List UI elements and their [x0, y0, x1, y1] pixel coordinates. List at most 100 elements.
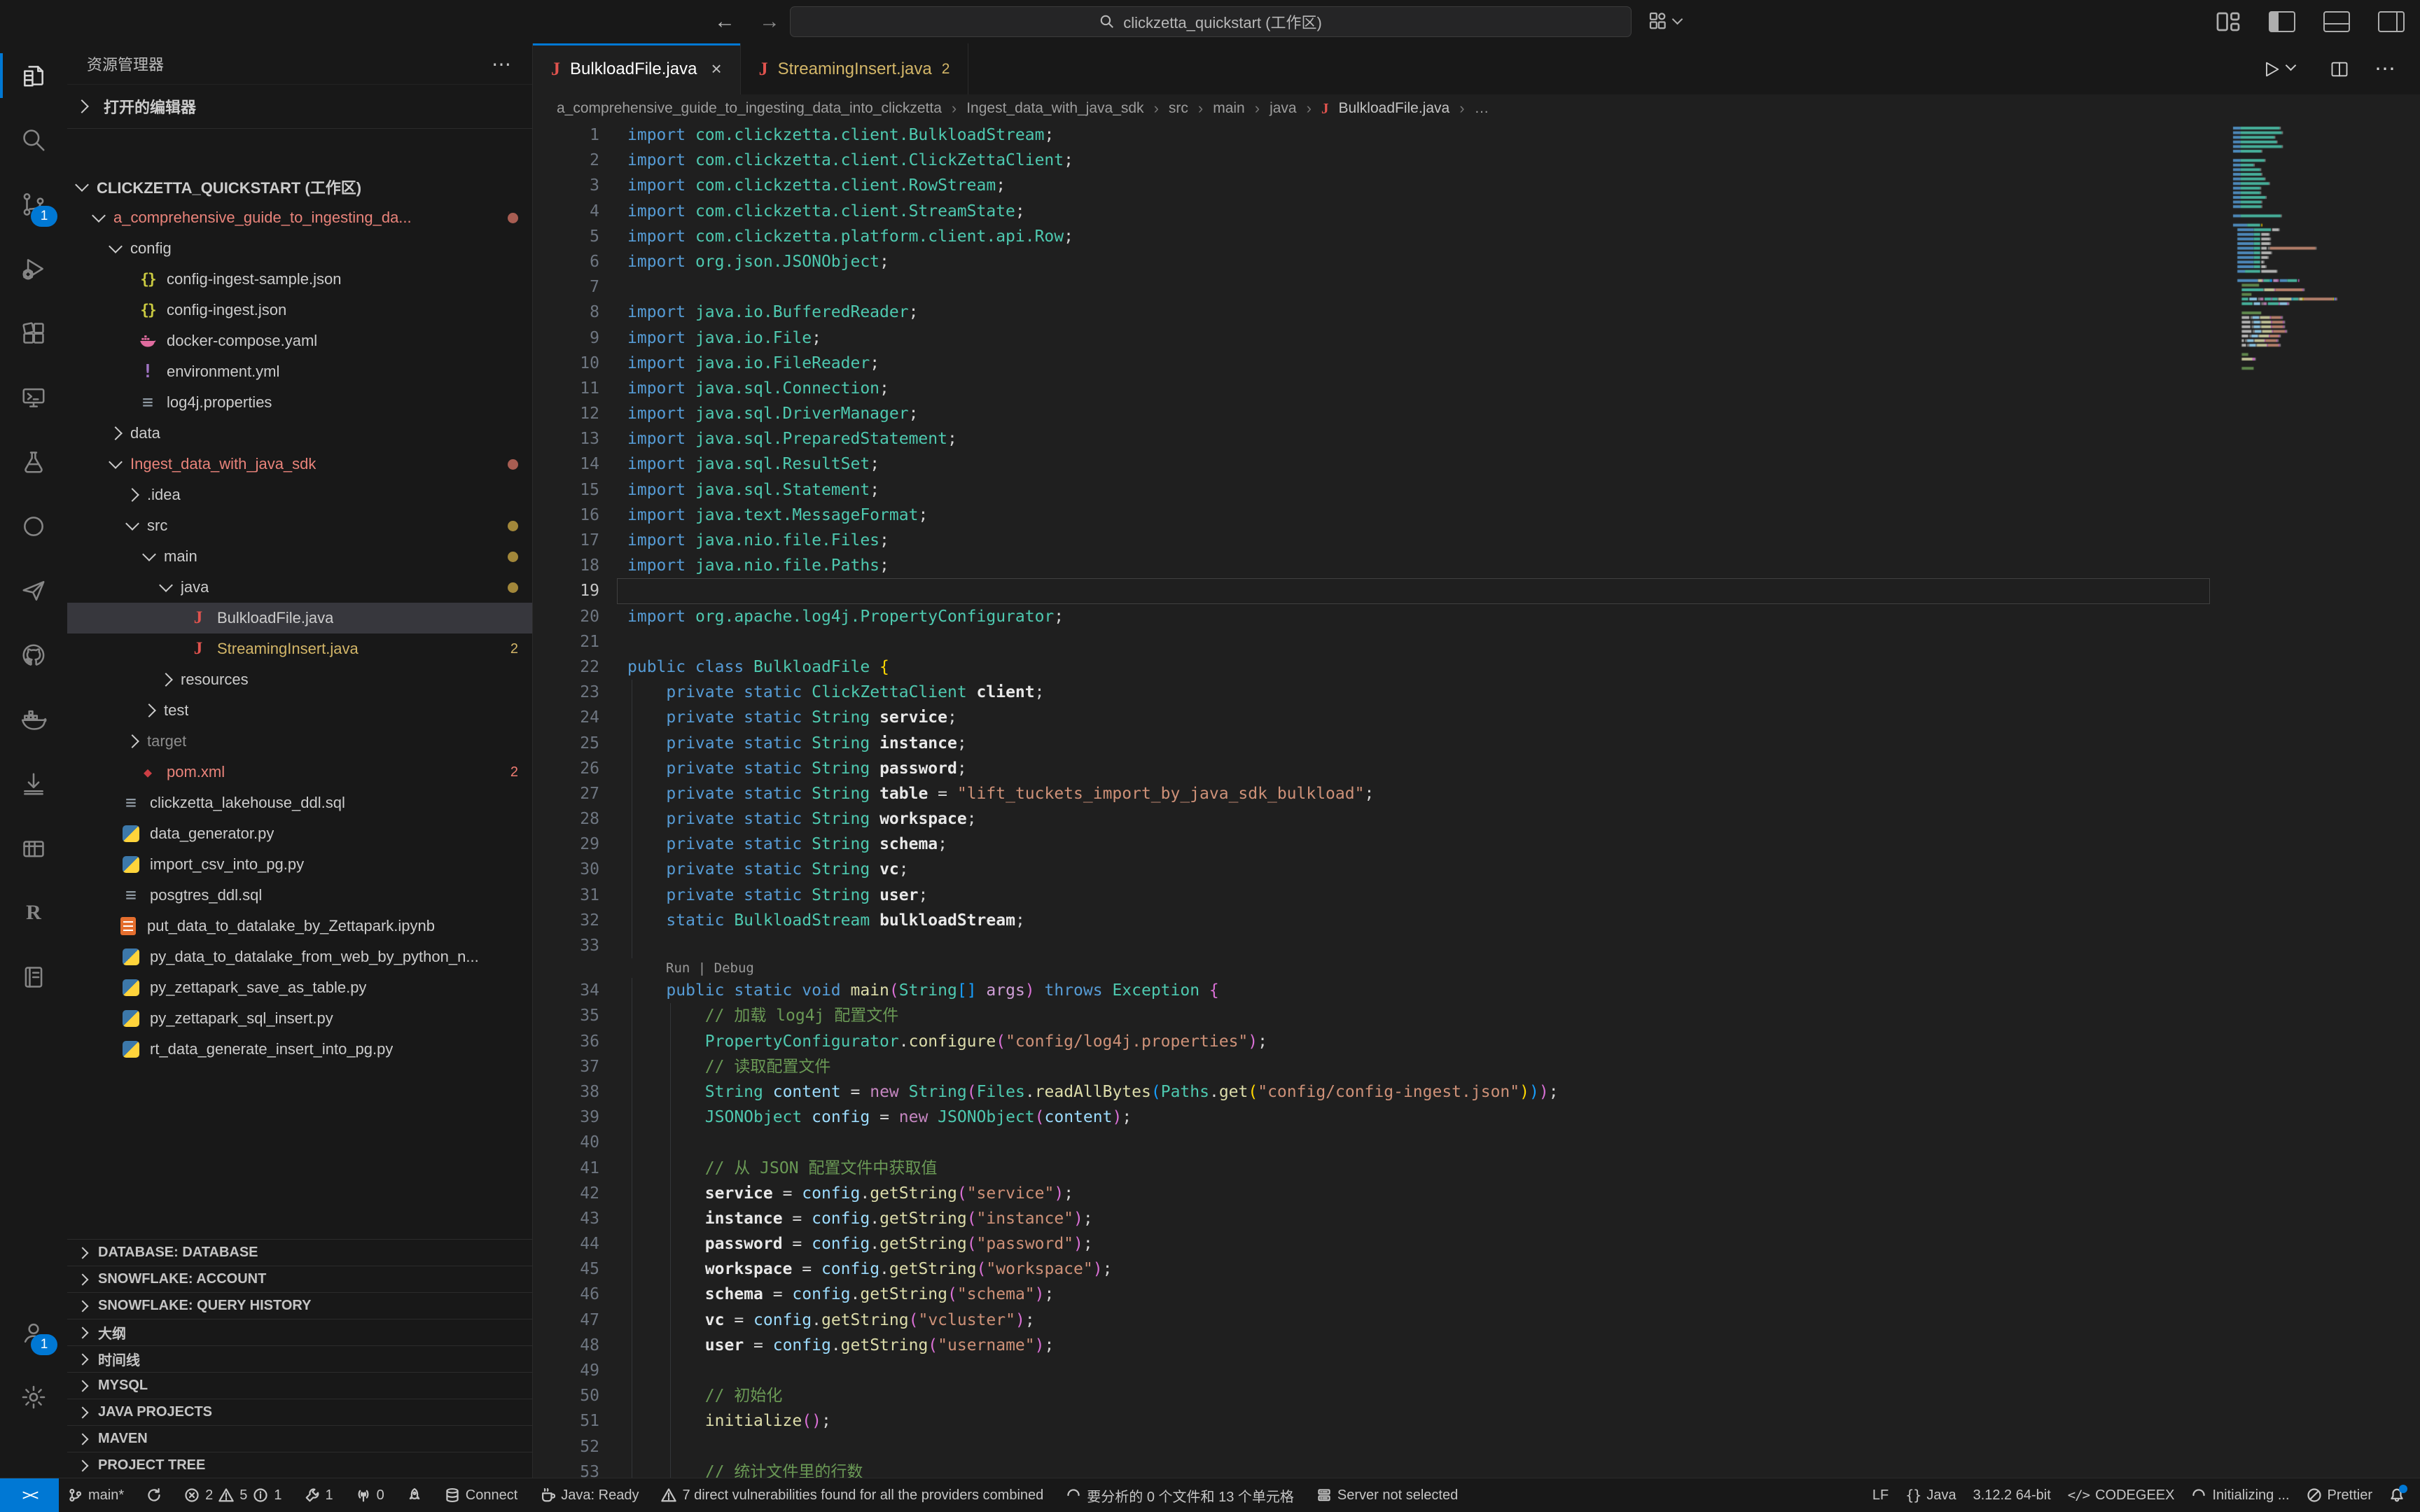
- code-line-38[interactable]: 38 String content = new String(Files.rea…: [533, 1079, 2420, 1105]
- toggle-sidebar-icon[interactable]: [2269, 11, 2295, 32]
- panel-database-database[interactable]: DATABASE: DATABASE: [67, 1239, 532, 1266]
- status-item[interactable]: </>CODEGEEX: [2059, 1478, 2183, 1512]
- tree-item-bulkloadfile.java[interactable]: JBulkloadFile.java: [67, 603, 532, 634]
- code-line-33[interactable]: 33: [533, 933, 2420, 958]
- code-line-31[interactable]: 31 private static String user;: [533, 883, 2420, 908]
- tree-item-.idea[interactable]: .idea: [67, 479, 532, 510]
- code-line-14[interactable]: 14import java.sql.ResultSet;: [533, 451, 2420, 477]
- tree-item-import_csv_into_pg.py[interactable]: import_csv_into_pg.py: [67, 849, 532, 880]
- tree-item-test[interactable]: test: [67, 695, 532, 726]
- code-line-37[interactable]: 37 // 读取配置文件: [533, 1054, 2420, 1079]
- status-item[interactable]: [398, 1478, 431, 1512]
- status-item[interactable]: Initializing ...: [2183, 1478, 2297, 1512]
- code-line-17[interactable]: 17import java.nio.file.Files;: [533, 528, 2420, 553]
- split-editor-icon[interactable]: [2330, 59, 2349, 79]
- tree-item-py_zettapark_sql_insert.py[interactable]: py_zettapark_sql_insert.py: [67, 1003, 532, 1034]
- code-line-2[interactable]: 2import com.clickzetta.client.ClickZetta…: [533, 148, 2420, 173]
- status-item[interactable]: [138, 1478, 170, 1512]
- panel-project-tree[interactable]: PROJECT TREE: [67, 1452, 532, 1478]
- tree-item-target[interactable]: target: [67, 726, 532, 757]
- code-line-52[interactable]: 52: [533, 1434, 2420, 1460]
- code-line-8[interactable]: 8import java.io.BufferedReader;: [533, 300, 2420, 325]
- toggle-secondary-sidebar-icon[interactable]: [2378, 11, 2405, 32]
- tree-item-data_generator.py[interactable]: data_generator.py: [67, 818, 532, 849]
- tree-item-docker-compose.yaml[interactable]: docker-compose.yaml: [67, 326, 532, 356]
- code-line-50[interactable]: 50 // 初始化: [533, 1383, 2420, 1408]
- code-line-5[interactable]: 5import com.clickzetta.platform.client.a…: [533, 224, 2420, 249]
- more-actions-icon[interactable]: ⋯: [492, 52, 513, 76]
- status-item[interactable]: 1: [296, 1478, 342, 1512]
- code-line-19[interactable]: 19: [533, 578, 2420, 603]
- status-item[interactable]: 7 direct vulnerabilities found for all t…: [653, 1478, 1052, 1512]
- breadcrumb-item[interactable]: java: [1270, 100, 1297, 117]
- panel-maven[interactable]: MAVEN: [67, 1425, 532, 1452]
- code-line-12[interactable]: 12import java.sql.DriverManager;: [533, 401, 2420, 426]
- forward-arrow-icon[interactable]: →: [759, 10, 780, 34]
- tree-item-rt_data_generate_insert_into_pg.py[interactable]: rt_data_generate_insert_into_pg.py: [67, 1034, 532, 1065]
- run-button[interactable]: [2262, 59, 2304, 79]
- github-icon[interactable]: [0, 623, 67, 687]
- tree-item-java[interactable]: java: [67, 572, 532, 603]
- code-line-18[interactable]: 18import java.nio.file.Paths;: [533, 553, 2420, 578]
- download-icon[interactable]: [0, 752, 67, 816]
- code-line-6[interactable]: 6import org.json.JSONObject;: [533, 249, 2420, 274]
- code-line-28[interactable]: 28 private static String workspace;: [533, 806, 2420, 832]
- tree-item-main[interactable]: main: [67, 541, 532, 572]
- tree-item-data[interactable]: data: [67, 418, 532, 449]
- back-arrow-icon[interactable]: ←: [714, 10, 735, 34]
- panel--[interactable]: 大纲: [67, 1319, 532, 1345]
- code-line-41[interactable]: 41 // 从 JSON 配置文件中获取值: [533, 1156, 2420, 1181]
- status-item[interactable]: 要分析的 0 个文件和 13 个单元格: [1057, 1478, 1302, 1512]
- tree-item-put_data_to_datalake_by_zettapark.ipynb[interactable]: put_data_to_datalake_by_Zettapark.ipynb: [67, 911, 532, 941]
- code-line-16[interactable]: 16import java.text.MessageFormat;: [533, 503, 2420, 528]
- status-item[interactable]: 3.12.2 64-bit: [1965, 1478, 2059, 1512]
- run-debug-icon[interactable]: [0, 237, 67, 301]
- code-line-13[interactable]: 13import java.sql.PreparedStatement;: [533, 426, 2420, 451]
- code-line-30[interactable]: 30 private static String vc;: [533, 857, 2420, 882]
- notebook-icon[interactable]: [0, 945, 67, 1009]
- panel-java-projects[interactable]: JAVA PROJECTS: [67, 1399, 532, 1425]
- container-icon[interactable]: [0, 816, 67, 881]
- close-icon[interactable]: ×: [711, 58, 721, 80]
- remote-explorer-icon[interactable]: [0, 365, 67, 430]
- code-line-34[interactable]: 34 public static void main(String[] args…: [533, 978, 2420, 1003]
- docker-icon[interactable]: [0, 687, 67, 752]
- panel-mysql[interactable]: MYSQL: [67, 1372, 532, 1399]
- panel-snowflake-query-history[interactable]: SNOWFLAKE: QUERY HISTORY: [67, 1292, 532, 1319]
- panel-snowflake-account[interactable]: SNOWFLAKE: ACCOUNT: [67, 1266, 532, 1292]
- code-editor[interactable]: 1import com.clickzetta.client.BulkloadSt…: [533, 122, 2420, 1478]
- code-line-49[interactable]: 49: [533, 1358, 2420, 1383]
- status-item[interactable]: Server not selected: [1308, 1478, 1466, 1512]
- tree-item-src[interactable]: src: [67, 510, 532, 541]
- code-line-51[interactable]: 51 initialize();: [533, 1408, 2420, 1434]
- breadcrumb-item[interactable]: src: [1169, 100, 1188, 117]
- code-line-15[interactable]: 15import java.sql.Statement;: [533, 477, 2420, 503]
- r-language-icon[interactable]: R: [0, 881, 67, 945]
- extensions-icon[interactable]: [0, 301, 67, 365]
- tree-item-clickzetta_quickstart-[interactable]: CLICKZETTA_QUICKSTART (工作区): [67, 172, 532, 202]
- code-line-25[interactable]: 25 private static String instance;: [533, 731, 2420, 756]
- tree-item-log4j.properties[interactable]: ≡log4j.properties: [67, 387, 532, 418]
- code-line-23[interactable]: 23 private static ClickZettaClient clien…: [533, 680, 2420, 705]
- code-line-7[interactable]: 7: [533, 274, 2420, 300]
- customize-layout-icon[interactable]: [2216, 11, 2241, 32]
- tree-item-config-ingest.json[interactable]: {}config-ingest.json: [67, 295, 532, 326]
- code-line-53[interactable]: 53 // 统计文件里的行数: [533, 1460, 2420, 1478]
- testing-icon[interactable]: [0, 430, 67, 494]
- code-line-26[interactable]: 26 private static String password;: [533, 756, 2420, 781]
- tree-item-ingest_data_with_java_sdk[interactable]: Ingest_data_with_java_sdk: [67, 449, 532, 479]
- circle-icon[interactable]: [0, 494, 67, 559]
- codelens-run-debug[interactable]: Run | Debug: [533, 958, 2420, 978]
- open-editors-section[interactable]: 打开的编辑器: [67, 84, 532, 129]
- status-item[interactable]: [2381, 1478, 2413, 1512]
- paper-plane-icon[interactable]: [0, 559, 67, 623]
- explorer-icon[interactable]: [0, 43, 67, 108]
- code-line-36[interactable]: 36 PropertyConfigurator.configure("confi…: [533, 1029, 2420, 1054]
- remote-indicator[interactable]: ><: [0, 1478, 59, 1512]
- code-line-40[interactable]: 40: [533, 1130, 2420, 1155]
- tree-item-environment.yml[interactable]: !environment.yml: [67, 356, 532, 387]
- status-item[interactable]: {}Java: [1897, 1478, 1964, 1512]
- toggle-panel-icon[interactable]: [2323, 11, 2350, 32]
- code-line-32[interactable]: 32 static BulkloadStream bulkloadStream;: [533, 908, 2420, 933]
- code-line-4[interactable]: 4import com.clickzetta.client.StreamStat…: [533, 199, 2420, 224]
